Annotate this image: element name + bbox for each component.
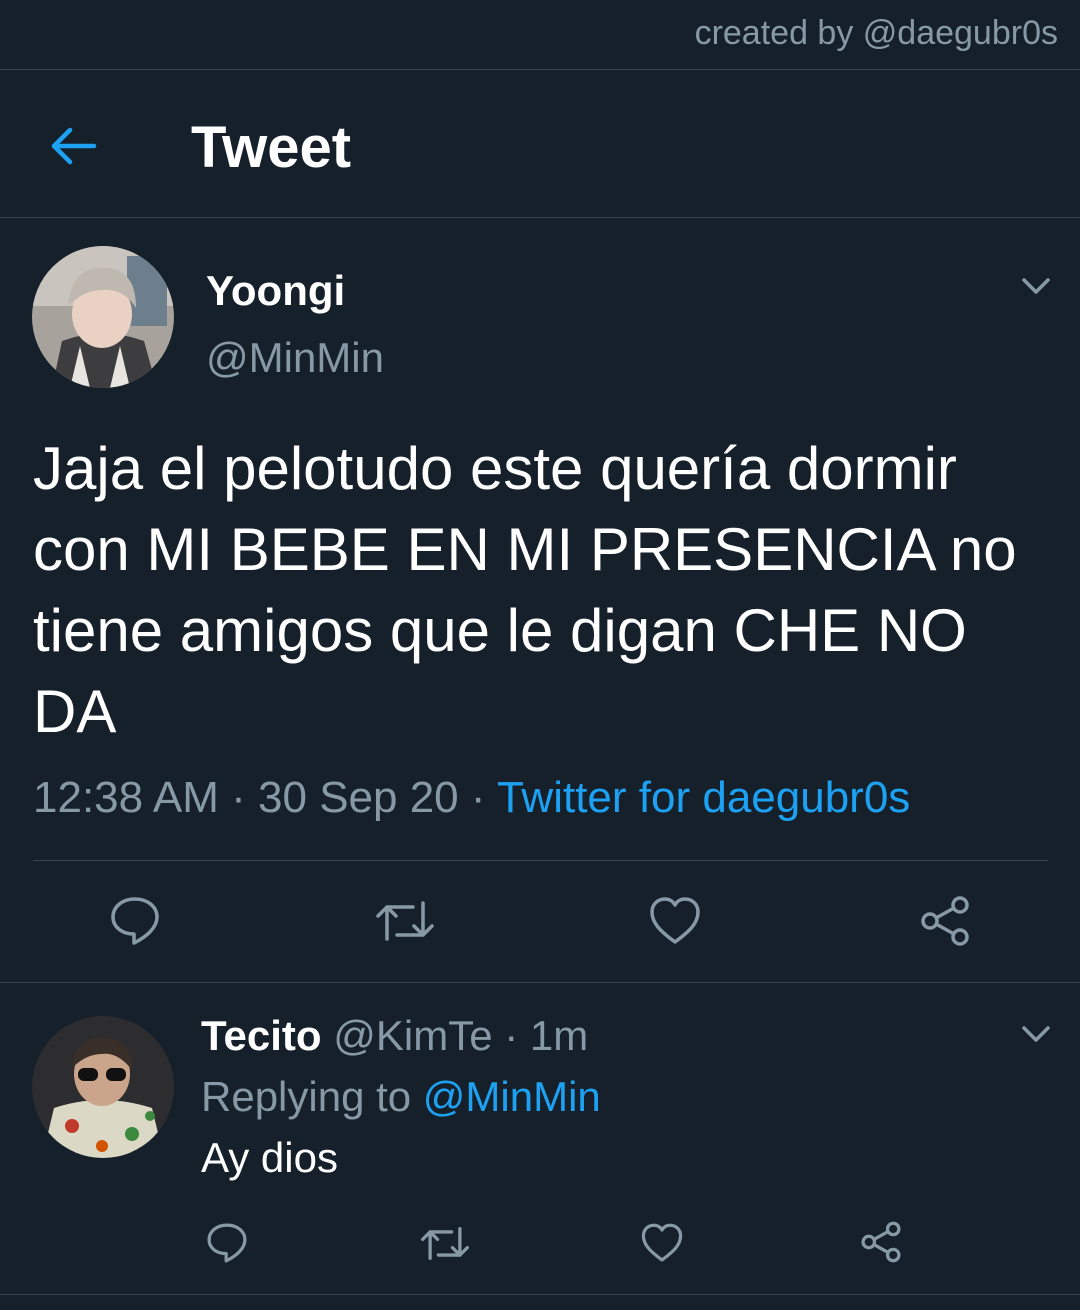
meta-separator: ·	[470, 773, 486, 822]
tweet-text: Jaja el pelotudo este quería dormir con …	[33, 428, 1043, 752]
page-title: Tweet	[191, 115, 352, 180]
reply-author-handle[interactable]: @KimTe	[333, 1012, 492, 1059]
header-divider	[0, 217, 1080, 218]
top-divider	[0, 69, 1080, 70]
share-icon	[921, 896, 969, 946]
tweet-text-line: Jaja el pelotudo este quería dormir	[33, 435, 957, 502]
reply-like-button[interactable]	[640, 1222, 684, 1269]
avatar[interactable]	[32, 246, 174, 388]
reply-icon	[207, 1223, 247, 1263]
reply-retweet-button[interactable]	[420, 1222, 470, 1270]
avatar-image	[32, 246, 174, 388]
chevron-down-icon	[1022, 278, 1050, 294]
reply-button[interactable]	[108, 894, 162, 953]
retweet-button[interactable]	[375, 895, 435, 952]
watermark-credit: created by @daegubr0s	[694, 14, 1058, 52]
reply-share-button[interactable]	[859, 1220, 903, 1269]
share-button[interactable]	[918, 894, 972, 953]
tweet-source-link[interactable]: Twitter for daegubr0s	[497, 773, 910, 822]
tweet-time[interactable]: 12:38 AM	[33, 773, 219, 822]
replying-mention-link[interactable]: @MinMin	[423, 1073, 601, 1120]
reply-icon	[111, 897, 159, 945]
author-name[interactable]: Yoongi	[206, 267, 345, 315]
meta-separator: ·	[504, 1012, 519, 1059]
replying-to: Replying to @MinMin	[201, 1073, 601, 1121]
tweet-menu-button[interactable]	[1018, 268, 1054, 304]
retweet-icon	[376, 901, 434, 941]
like-button[interactable]	[648, 895, 702, 952]
arrow-left-icon	[51, 127, 97, 165]
tweet-text-line: tiene amigos que le digan CHE NO	[33, 597, 967, 664]
tweet-meta: 12:38 AM · 30 Sep 20 · Twitter for daegu…	[33, 773, 910, 823]
tweet-text-line: DA	[33, 678, 117, 745]
tweet-actions-divider	[33, 860, 1048, 861]
tweet-text-line: con MI BEBE EN MI PRESENCIA no	[33, 516, 1017, 583]
reply-time: 1m	[529, 1012, 589, 1059]
reply-avatar[interactable]	[32, 1016, 174, 1158]
like-icon	[650, 897, 700, 944]
bottom-divider	[0, 1294, 1080, 1295]
like-icon	[641, 1223, 683, 1262]
reply-reply-button[interactable]	[205, 1221, 249, 1270]
reply-author-name[interactable]: Tecito	[201, 1012, 322, 1059]
avatar-image	[32, 1016, 174, 1158]
reply-text: Ay dios	[201, 1134, 338, 1181]
reply-header: Tecito @KimTe · 1m	[201, 1012, 588, 1060]
share-icon	[861, 1221, 901, 1263]
tweet-date[interactable]: 30 Sep 20	[258, 773, 459, 822]
retweet-icon	[421, 1226, 469, 1261]
chevron-down-icon	[1022, 1026, 1050, 1042]
reply-divider	[0, 982, 1080, 983]
back-button[interactable]	[46, 118, 102, 174]
meta-separator: ·	[231, 773, 246, 822]
author-handle[interactable]: @MinMin	[206, 334, 384, 382]
reply-menu-button[interactable]	[1018, 1016, 1054, 1052]
replying-prefix: Replying to	[201, 1073, 412, 1120]
